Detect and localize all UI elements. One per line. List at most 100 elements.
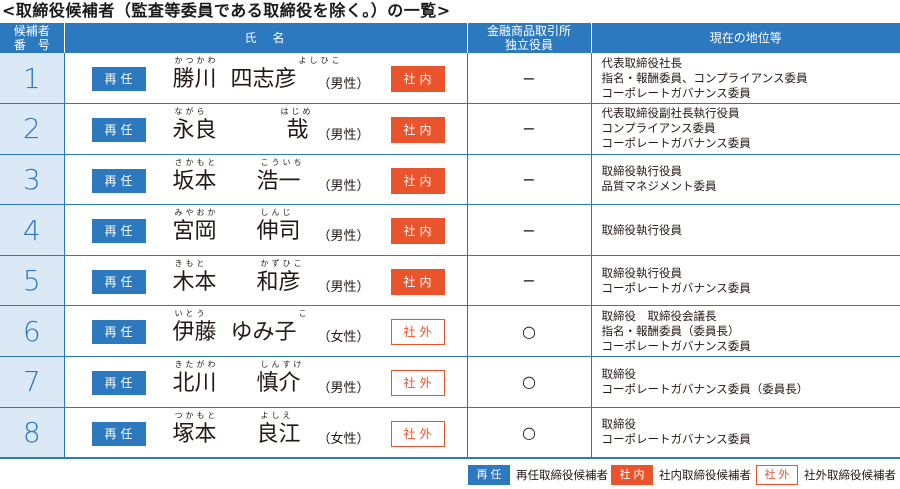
independent-officer-mark: − bbox=[467, 204, 592, 256]
table-row: 7 再任 きたがわ しんすけ 北川 慎介 （男性） 社外 ○ 取締役 コーポレートガバナンス委員（委… bbox=[0, 356, 900, 408]
candidate-name-cell: 再任 きもと かずひこ木本 和彦 （男性） 社内 bbox=[64, 255, 468, 307]
position-line: コーポレートガバナンス委員 bbox=[601, 85, 751, 100]
independent-officer-mark: ○ bbox=[467, 407, 592, 459]
family-name: 宮岡 bbox=[172, 219, 217, 245]
given-name: 慎介 bbox=[256, 371, 301, 397]
position-line: 代表取締役副社長執行役員 bbox=[601, 106, 740, 121]
position-line: コーポレートガバナンス委員（委員長） bbox=[601, 381, 809, 396]
candidate-name-cell: 再任 いとう こ伊藤 ゆみ子 （女性） 社外 bbox=[64, 305, 468, 358]
independent-officer-mark: ○ bbox=[467, 356, 592, 408]
given-name: 四志彦 bbox=[230, 67, 297, 92]
position-line: コンプライアンス委員 bbox=[601, 121, 716, 136]
reappointment-badge: 再任 bbox=[91, 371, 146, 396]
table-row: 8 再任 つかもと よしえ 塚本 良江 （女性） 社外 ○ 取締役 コーポレートガバナンス委員 bbox=[0, 407, 900, 459]
legend-label: 社外取締役候補者 bbox=[804, 468, 896, 482]
reappointment-badge: 再任 bbox=[91, 118, 146, 143]
given-name-reading: はじめ bbox=[280, 107, 314, 117]
family-name: 永良 bbox=[172, 118, 217, 144]
legend-label: 再任取締役候補者 bbox=[516, 468, 608, 482]
legend-label: 社内取締役候補者 bbox=[659, 468, 751, 482]
family-name: 勝川 bbox=[172, 67, 217, 92]
candidate-number: 4 bbox=[0, 204, 65, 256]
candidate-name-cell: 再任 ながら はじめ 永良 哉 （男性） 社内 bbox=[64, 103, 468, 155]
legend-item: 社外 社外取締役候補者 bbox=[756, 465, 896, 485]
family-name-reading: さかもと bbox=[174, 157, 219, 167]
internal-badge: 社内 bbox=[390, 66, 445, 92]
position-line: 品質マネジメント委員 bbox=[601, 179, 717, 194]
current-position: 取締役 コーポレートガバナンス委員（委員長） bbox=[591, 356, 900, 408]
reappointment-badge: 再任 bbox=[91, 269, 146, 294]
given-name-reading: かずひこ bbox=[260, 258, 305, 268]
current-position: 取締役 取締役会議長 指名・報酬委員（委員長） コーポレートガバナンス委員 bbox=[591, 305, 900, 358]
independent-officer-mark: − bbox=[467, 103, 592, 155]
external-badge: 社外 bbox=[390, 319, 445, 346]
independent-officer-mark: ○ bbox=[467, 305, 592, 358]
candidate-number: 7 bbox=[0, 356, 65, 408]
table-row: 1 再任 かつかわ よしひこ 勝川 四志彦 （男性） 社内 − 代表取締役社長 指名・報酬委員、コン… bbox=[0, 53, 900, 105]
position-line: 代表取締役社長 bbox=[601, 55, 683, 70]
candidate-number: 5 bbox=[0, 255, 65, 307]
position-line: 指名・報酬委員（委員長） bbox=[601, 323, 740, 338]
position-line: コーポレートガバナンス委員 bbox=[601, 432, 751, 447]
legend-item: 社内 社内取締役候補者 bbox=[611, 465, 751, 485]
table-row: 6 再任 いとうこ伊藤 ゆみ子 （女性） 社外 ○ 取締役 取締役会議長 指名・報酬委員（委員長… bbox=[0, 305, 900, 358]
external-badge: 社外 bbox=[390, 370, 445, 397]
gender-label: （男性） bbox=[317, 128, 370, 144]
candidate-number: 2 bbox=[0, 103, 65, 155]
candidate-number: 1 bbox=[0, 53, 65, 105]
independent-officer-mark: − bbox=[467, 255, 592, 307]
gender-label: （女性） bbox=[317, 431, 370, 447]
position-line: 取締役執行役員 bbox=[601, 265, 683, 280]
current-position: 代表取締役副社長執行役員 コンプライアンス委員 コーポレートガバナンス委員 bbox=[591, 103, 900, 155]
family-name: 木本 bbox=[172, 269, 217, 295]
legend-item: 再任 再任取締役候補者 bbox=[468, 465, 608, 485]
candidate-number: 3 bbox=[0, 154, 65, 206]
internal-badge: 社内 bbox=[390, 167, 445, 194]
family-name: 坂本 bbox=[172, 168, 217, 194]
table-header-row: 候補者番 号 氏 名 金融商品取引所 独立役員 現在の地位等 bbox=[0, 23, 900, 53]
position-line: 取締役 bbox=[601, 417, 637, 432]
candidates-table: 候補者番 号 氏 名 金融商品取引所 独立役員 現在の地位等 1 再任 かつかわ よしひ… bbox=[0, 23, 900, 459]
family-name-reading: つかもと bbox=[174, 410, 219, 420]
given-name-reading: こういち bbox=[260, 157, 305, 167]
given-name-reading: こ bbox=[298, 309, 310, 319]
given-name: 和彦 bbox=[256, 269, 301, 295]
gender-label: （男性） bbox=[317, 77, 370, 92]
given-name-reading: よしひこ bbox=[298, 56, 343, 65]
family-name-reading: きたがわ bbox=[174, 360, 219, 370]
gender-label: （男性） bbox=[317, 178, 370, 194]
position-line: コーポレートガバナンス委員 bbox=[601, 136, 751, 151]
candidate-name-cell: 再任 さかもと こういち 坂本 浩一 （男性） 社内 bbox=[64, 154, 468, 206]
header-num: 候補者番 号 bbox=[0, 23, 65, 53]
family-name-reading: きもと bbox=[174, 258, 208, 268]
legend-badge: 社外 bbox=[756, 465, 798, 485]
table-row: 3 再任 さかもと こういち 坂本 浩一 （男性） 社内 − 取締役執行役員 品質マネジメント委員 bbox=[0, 154, 900, 206]
given-name-reading: よしえ bbox=[260, 410, 294, 420]
internal-badge: 社内 bbox=[390, 117, 445, 144]
current-position: 取締役執行役員 コーポレートガバナンス委員 bbox=[591, 255, 900, 307]
header-pos: 現在の地位等 bbox=[591, 23, 900, 53]
given-name: 良江 bbox=[256, 421, 301, 447]
header-indep: 金融商品取引所 独立役員 bbox=[467, 23, 592, 53]
given-name: 伸司 bbox=[256, 219, 301, 245]
given-name: 浩一 bbox=[256, 168, 301, 194]
internal-badge: 社内 bbox=[390, 268, 445, 295]
family-name-reading: ながら bbox=[174, 107, 208, 117]
external-badge: 社外 bbox=[390, 420, 445, 447]
current-position: 取締役執行役員 bbox=[591, 204, 900, 256]
family-name: 伊藤 bbox=[172, 320, 217, 346]
table-row: 2 再任 ながら はじめ 永良 哉 （男性） 社内 − 代表取締役副社長執行役員 コンプライアンス委… bbox=[0, 103, 900, 155]
given-name-reading: しんじ bbox=[260, 208, 294, 218]
internal-badge: 社内 bbox=[390, 218, 445, 245]
gender-label: （女性） bbox=[317, 330, 370, 346]
candidate-name-cell: 再任 かつかわ よしひこ 勝川 四志彦 （男性） 社内 bbox=[64, 53, 468, 105]
candidate-name-cell: 再任 きたがわ しんすけ 北川 慎介 （男性） 社外 bbox=[64, 356, 468, 408]
candidate-name-cell: 再任 つかもと よしえ 塚本 良江 （女性） 社外 bbox=[64, 407, 468, 459]
gender-label: （男性） bbox=[317, 279, 370, 295]
header-name: 氏 名 bbox=[64, 23, 468, 53]
table-row: 4 再任 みやおか しんじ 宮岡 伸司 （男性） 社内 − 取締役執行役員 bbox=[0, 204, 900, 256]
position-line: コーポレートガバナンス委員 bbox=[601, 280, 751, 295]
independent-officer-mark: − bbox=[467, 53, 592, 105]
candidate-number: 8 bbox=[0, 407, 65, 459]
family-name-reading: かつかわ bbox=[174, 56, 219, 65]
